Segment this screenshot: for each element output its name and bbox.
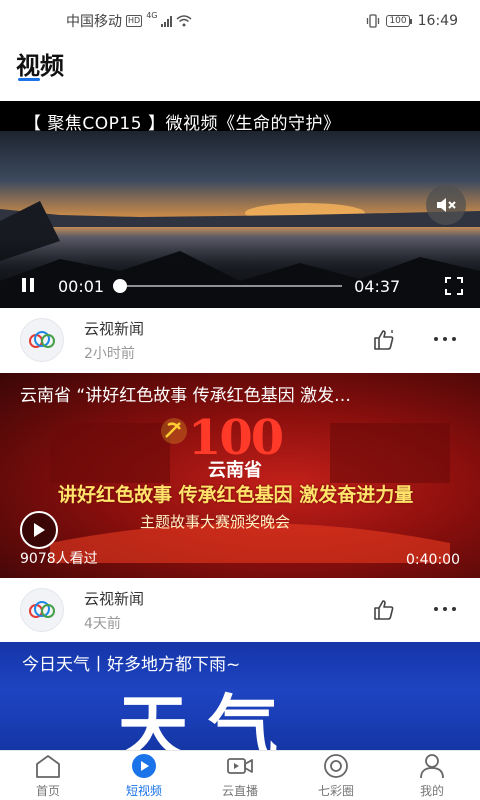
hd-badge: HD (126, 15, 143, 27)
play-circle-icon (132, 753, 156, 778)
user-icon (420, 753, 444, 778)
status-bar: 中国移动 HD 4G 100 16:49 (0, 0, 480, 42)
nav-home[interactable]: 首页 (0, 751, 96, 800)
channel-name[interactable]: 云视新闻 (84, 588, 144, 609)
yunshi-logo-icon (29, 331, 55, 348)
seek-thumb[interactable] (113, 279, 128, 293)
wifi-icon (176, 15, 192, 27)
banner-event: 主题故事大赛颁奖晚会 (140, 513, 291, 531)
title-underline (18, 78, 40, 81)
clock: 16:49 (417, 13, 458, 29)
thumbs-up-icon[interactable] (372, 328, 396, 352)
nav-label: 首页 (35, 783, 60, 798)
battery-icon: 100 (386, 15, 412, 27)
seek-bar[interactable] (113, 279, 343, 293)
weather-banner-text: 天气 (118, 687, 298, 750)
thumbs-up-icon[interactable] (372, 598, 396, 622)
seek-track (114, 285, 343, 287)
fullscreen-icon[interactable] (444, 276, 464, 296)
nav-mine[interactable]: 我的 (384, 751, 480, 800)
signal-icon (161, 15, 173, 27)
video-player[interactable]: 【 聚焦COP15 】微视频《生命的守护》 00:01 04:37 (0, 101, 480, 308)
nav-short-video[interactable]: 短视频 (96, 751, 192, 800)
nav-label: 短视频 (125, 783, 162, 798)
video-title: 云南省 “讲好红色故事 传承红色基因 激发… (20, 386, 352, 406)
total-time: 04:37 (354, 276, 401, 296)
channel-avatar[interactable] (20, 588, 64, 632)
carrier-label: 中国移动 (66, 14, 122, 30)
yunshi-logo-icon (29, 601, 55, 618)
player-controls: 00:01 04:37 (0, 264, 480, 308)
circle-target-icon (324, 753, 348, 778)
view-count: 9078人看过 (20, 551, 98, 567)
publish-time: 2小时前 (84, 345, 135, 362)
nav-label: 云直播 (221, 783, 258, 798)
page-title: 视频 (16, 52, 64, 80)
mute-button[interactable] (426, 185, 466, 225)
more-options-icon[interactable] (434, 604, 458, 614)
nav-label: 我的 (419, 783, 444, 798)
video-card[interactable]: 今日天气丨好多地方都下雨~ 天气 (0, 642, 480, 750)
banner-province: 云南省 (208, 460, 262, 481)
publish-time: 4天前 (84, 615, 121, 632)
video-meta-row: 云视新闻 4天前 (0, 578, 480, 642)
channel-name[interactable]: 云视新闻 (84, 318, 144, 339)
nav-circle[interactable]: 七彩圈 (288, 751, 384, 800)
battery-level: 100 (386, 15, 410, 27)
play-button[interactable] (20, 511, 58, 549)
vibrate-icon (367, 14, 380, 28)
channel-avatar[interactable] (20, 318, 64, 362)
status-right: 100 16:49 (366, 13, 458, 29)
party-emblem-icon (161, 418, 187, 444)
camera-icon (227, 757, 253, 774)
video-meta-row: 云视新闻 2小时前 (0, 308, 480, 372)
video-duration: 0:40:00 (406, 552, 460, 568)
video-title: 【 聚焦COP15 】微视频《生命的守护》 (24, 114, 341, 134)
nav-live[interactable]: 云直播 (192, 751, 288, 800)
status-left: 中国移动 HD 4G (66, 11, 192, 31)
home-icon (36, 754, 60, 778)
nav-label: 七彩圈 (317, 783, 354, 798)
bottom-nav: 首页 短视频 云直播 七彩圈 我的 (0, 750, 480, 800)
banner-headline: 讲好红色故事 传承红色基因 激发奋进力量 (58, 484, 414, 506)
volume-mute-icon (437, 198, 456, 212)
video-card[interactable]: 云南省 “讲好红色故事 传承红色基因 激发… 100 云南省 讲好红色故事 传承… (0, 373, 480, 578)
play-icon (34, 523, 45, 537)
current-time: 00:01 (58, 276, 105, 296)
pause-icon[interactable] (20, 278, 36, 294)
network-type: 4G (146, 11, 158, 20)
more-options-icon[interactable] (434, 334, 458, 344)
